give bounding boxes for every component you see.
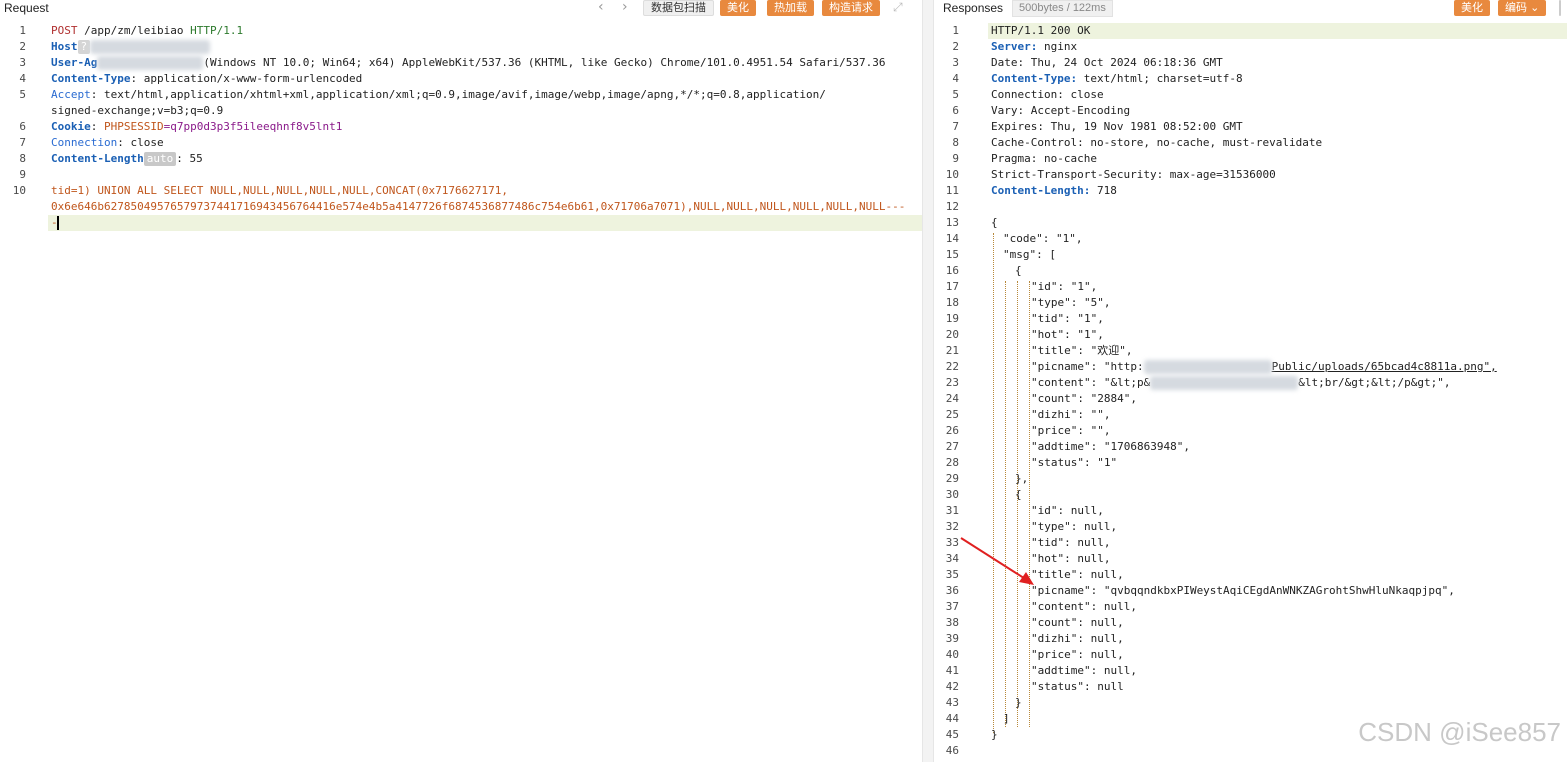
current-line-highlight xyxy=(48,215,922,231)
line-number: 5 xyxy=(19,88,26,101)
request-line: POST /app/zm/leibiao HTTP/1.1 xyxy=(51,23,243,39)
header-accept-cont: signed-exchange;v=b3;q=0.9 xyxy=(51,104,224,117)
header-value: : application/x-www-form-urlencoded xyxy=(130,72,363,85)
header-value: : close xyxy=(117,136,164,149)
header-content-type: Content-Type: application/x-www-form-url… xyxy=(51,71,362,87)
header-key: User-Ag xyxy=(51,56,98,69)
header-key: Cookie xyxy=(51,120,91,133)
prev-arrow-icon[interactable]: ‹ xyxy=(598,0,604,14)
request-pane: Request ‹ › 数据包扫描 美化 热加载 构造请求 ⤢ 1 2 3 4 … xyxy=(0,0,922,762)
header-key: Host xyxy=(51,40,78,53)
auto-badge[interactable]: auto xyxy=(143,152,177,166)
body-payload-line-2: 0x6e646b62785049576579737441716943456764… xyxy=(51,200,906,213)
header-value: (Windows NT 10.0; Win64; x64) AppleWebKi… xyxy=(203,56,886,69)
cookie-name: PHPSESSID xyxy=(104,120,164,133)
header-key: Content-Type xyxy=(51,72,131,85)
header-connection: Connection: close xyxy=(51,135,164,151)
request-path: /app/zm/leibiao xyxy=(77,24,191,37)
redacted-user-agent xyxy=(97,56,204,70)
request-header: Request ‹ › 数据包扫描 美化 热加载 构造请求 ⤢ xyxy=(0,0,922,16)
expand-icon[interactable]: ⤢ xyxy=(893,0,903,14)
packet-scan-button[interactable]: 数据包扫描 xyxy=(643,0,714,16)
header-value: : 55 xyxy=(176,152,203,165)
line-number: 2 xyxy=(19,40,26,53)
header-accept: Accept: text/html,application/xhtml+xml,… xyxy=(51,87,826,103)
line-number: 7 xyxy=(19,136,26,149)
beautify-button[interactable]: 美化 xyxy=(720,0,756,16)
header-key: Accept xyxy=(51,88,91,101)
header-key: Connection xyxy=(51,136,118,149)
header-sep: : xyxy=(90,120,104,133)
redacted-host xyxy=(90,40,211,54)
line-number: 9 xyxy=(19,168,26,181)
response-pane: Responses 500bytes / 122ms 美化 编码 ⌄ 12345… xyxy=(933,0,1567,762)
header-host: Host? xyxy=(51,39,211,55)
body-payload-line-1: tid=1) UNION ALL SELECT NULL,NULL,NULL,N… xyxy=(51,184,508,197)
line-number: 4 xyxy=(19,72,26,85)
hot-load-button[interactable]: 热加载 xyxy=(767,0,814,16)
line-number: 3 xyxy=(19,56,26,69)
http-method: POST xyxy=(51,24,78,37)
host-help-badge: ? xyxy=(77,40,91,54)
header-cookie: Cookie: PHPSESSID=q7pp0d3p3f5ileeqhnf8v5… xyxy=(51,119,342,135)
header-value: : text/html,application/xhtml+xml,applic… xyxy=(90,88,826,101)
watermark: CSDN @iSee857 xyxy=(1358,717,1561,747)
cookie-value: =q7pp0d3p3f5ileeqhnf8v5lnt1 xyxy=(163,120,343,133)
text-cursor xyxy=(57,216,59,230)
construct-request-button[interactable]: 构造请求 xyxy=(822,0,880,16)
line-number: 6 xyxy=(19,120,26,133)
line-number: 10 xyxy=(12,184,26,197)
header-content-length: Content-Length auto: 55 xyxy=(51,151,203,167)
http-protocol: HTTP/1.1 xyxy=(190,24,244,37)
header-key: Content-Length xyxy=(51,152,144,165)
request-title: Request xyxy=(4,1,49,15)
next-arrow-icon[interactable]: › xyxy=(622,0,628,14)
annotation-arrow-icon xyxy=(960,537,1034,585)
line-number: 8 xyxy=(19,152,26,165)
header-user-agent: User-Ag (Windows NT 10.0; Win64; x64) App… xyxy=(51,55,885,71)
line-number: 1 xyxy=(19,24,26,37)
